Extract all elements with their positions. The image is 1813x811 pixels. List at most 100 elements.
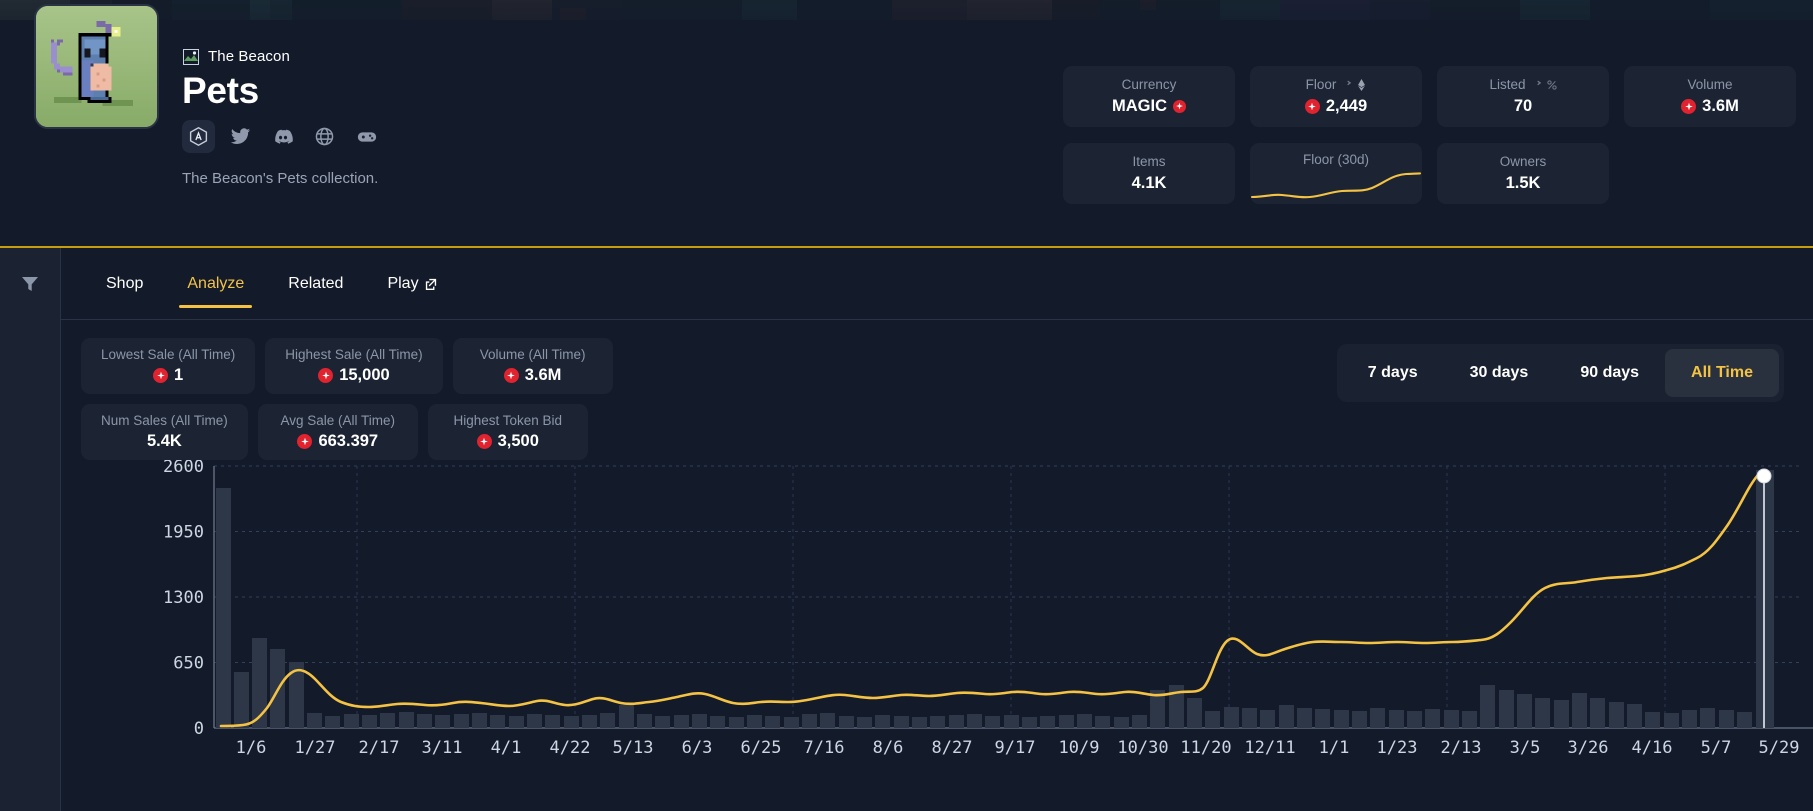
tab-related[interactable]: Related (266, 248, 365, 320)
stat-label: Volume (1687, 77, 1733, 92)
analyze-card-lowest-sale: Lowest Sale (All Time) 1 (81, 338, 256, 394)
tab-label: Shop (106, 275, 144, 292)
stat-label: Owners (1499, 154, 1547, 169)
stat-card-items: Items 4.1K (1063, 143, 1235, 204)
tab-list: Shop Analyze Related Play (61, 248, 459, 320)
magic-token-icon (153, 368, 169, 383)
stat-label: Num Sales (All Time) (101, 413, 228, 428)
percent-icon[interactable] (1546, 79, 1557, 90)
twitter-icon[interactable] (224, 120, 257, 153)
analyze-stats-grid: Lowest Sale (All Time) 1 Highest Sale (A… (81, 338, 781, 460)
website-icon[interactable] (308, 120, 341, 153)
tab-analyze[interactable]: Analyze (165, 248, 266, 320)
treasure-icon[interactable] (182, 120, 215, 153)
svg-text:1/1: 1/1 (1319, 738, 1350, 758)
stat-value-row: 1 (153, 366, 183, 385)
analyze-panel: Lowest Sale (All Time) 1 Highest Sale (A… (61, 320, 1813, 811)
range-90-days[interactable]: 90 days (1554, 349, 1665, 397)
stat-card-owners: Owners 1.5K (1437, 143, 1609, 204)
stat-value: 2,449 (1325, 97, 1368, 115)
collection-avatar (34, 4, 159, 129)
tab-label: Play (387, 275, 419, 292)
stat-card-currency: Currency MAGIC (1063, 66, 1235, 127)
stat-value-row: 3.6M (503, 366, 562, 385)
discord-icon[interactable] (266, 120, 299, 153)
chart-highlight-point (1756, 468, 1772, 484)
chart-x-tick-labels: 1/6 1/27 2/17 3/11 4/1 4/22 5/13 6/3 6/2… (236, 738, 1800, 758)
floor-volume-chart[interactable]: 2600 1950 1300 650 0 1/6 1/27 2/17 3/11 … (61, 460, 1813, 811)
range-all-time[interactable]: All Time (1665, 349, 1779, 397)
stat-value-row: 3,500 (476, 432, 539, 451)
tab-label: Related (288, 275, 344, 292)
svg-text:4/22: 4/22 (550, 738, 591, 758)
eth-icon[interactable] (1357, 78, 1366, 91)
svg-text:2/17: 2/17 (359, 738, 400, 758)
range-30-days[interactable]: 30 days (1444, 349, 1555, 397)
collection-subtitle-row[interactable]: The Beacon (183, 48, 290, 65)
stat-label-row: Listed (1489, 77, 1557, 92)
svg-text:650: 650 (173, 654, 204, 674)
svg-text:0: 0 (194, 719, 204, 739)
svg-text:1300: 1300 (163, 588, 204, 608)
broken-image-icon (183, 48, 199, 65)
svg-text:8/27: 8/27 (932, 738, 973, 758)
stat-card-volume: Volume 3.6M (1624, 66, 1796, 127)
svg-text:10/30: 10/30 (1117, 738, 1168, 758)
analyze-card-num-sales: Num Sales (All Time) 5.4K (81, 404, 248, 460)
social-links (182, 120, 383, 153)
chart-floor-price-line (219, 472, 1761, 728)
stat-label-row: Floor (1306, 77, 1367, 92)
svg-text:2600: 2600 (163, 460, 204, 477)
svg-text:12/11: 12/11 (1244, 738, 1295, 758)
svg-text:4/1: 4/1 (491, 738, 522, 758)
svg-text:5/13: 5/13 (613, 738, 654, 758)
svg-text:2/13: 2/13 (1441, 738, 1482, 758)
filter-toggle-button[interactable] (0, 248, 61, 320)
filter-sidebar (0, 320, 61, 811)
svg-text:10/9: 10/9 (1059, 738, 1100, 758)
stat-value: MAGIC (1112, 97, 1167, 115)
stat-label: Currency (1121, 77, 1177, 92)
page-title: Pets (182, 70, 259, 111)
chart-canvas[interactable]: 2600 1950 1300 650 0 1/6 1/27 2/17 3/11 … (61, 460, 1813, 811)
stat-value-row: MAGIC (1112, 97, 1186, 116)
svg-text:7/16: 7/16 (804, 738, 845, 758)
floor-30d-sparkline (1250, 172, 1422, 199)
range-7-days[interactable]: 7 days (1342, 349, 1444, 397)
svg-text:8/6: 8/6 (873, 738, 904, 758)
swap-icon[interactable] (1531, 79, 1542, 90)
swap-icon[interactable] (1341, 79, 1352, 90)
stat-card-floor-30d: Floor (30d) (1250, 143, 1422, 204)
stat-label: Floor (30d) (1302, 152, 1370, 167)
magic-token-icon (1304, 99, 1320, 114)
stat-label: Avg Sale (All Time) (280, 413, 396, 428)
stat-value: 3.6M (1702, 97, 1739, 115)
stat-card-floor: Floor 2,449 (1250, 66, 1422, 127)
stat-card-listed: Listed 70 (1437, 66, 1609, 127)
time-range-selector: 7 days 30 days 90 days All Time (1336, 344, 1784, 402)
svg-text:1/27: 1/27 (295, 738, 336, 758)
svg-text:4/16: 4/16 (1632, 738, 1673, 758)
magic-token-icon (1681, 99, 1697, 114)
collection-name: The Beacon (208, 48, 290, 65)
marketplace-collection-page: The Beacon Pets The Beacon's Pets collec… (0, 0, 1813, 811)
svg-text:5/7: 5/7 (1701, 738, 1732, 758)
analyze-card-highest-token-bid: Highest Token Bid 3,500 (427, 404, 588, 460)
svg-text:6/3: 6/3 (682, 738, 713, 758)
svg-text:1950: 1950 (163, 523, 204, 543)
stat-label: Highest Token Bid (453, 413, 563, 428)
header-stats-grid: Currency MAGIC Floor 2,449 Listed 70 Vol… (1063, 66, 1796, 204)
stat-value: 5.4K (146, 432, 182, 450)
tab-play[interactable]: Play (365, 248, 458, 320)
tab-shop[interactable]: Shop (84, 248, 165, 320)
magic-token-icon (1173, 100, 1186, 113)
stat-value: 1.5K (1505, 174, 1541, 192)
game-controller-icon[interactable] (350, 120, 383, 153)
svg-text:11/20: 11/20 (1180, 738, 1231, 758)
analyze-card-highest-sale: Highest Sale (All Time) 15,000 (265, 338, 443, 394)
stat-value: 3.6M (524, 366, 562, 384)
collection-header: The Beacon Pets The Beacon's Pets collec… (0, 0, 1813, 246)
magic-token-icon (318, 368, 334, 383)
stat-value: 1 (174, 366, 184, 384)
chart-gridlines (214, 465, 1801, 663)
